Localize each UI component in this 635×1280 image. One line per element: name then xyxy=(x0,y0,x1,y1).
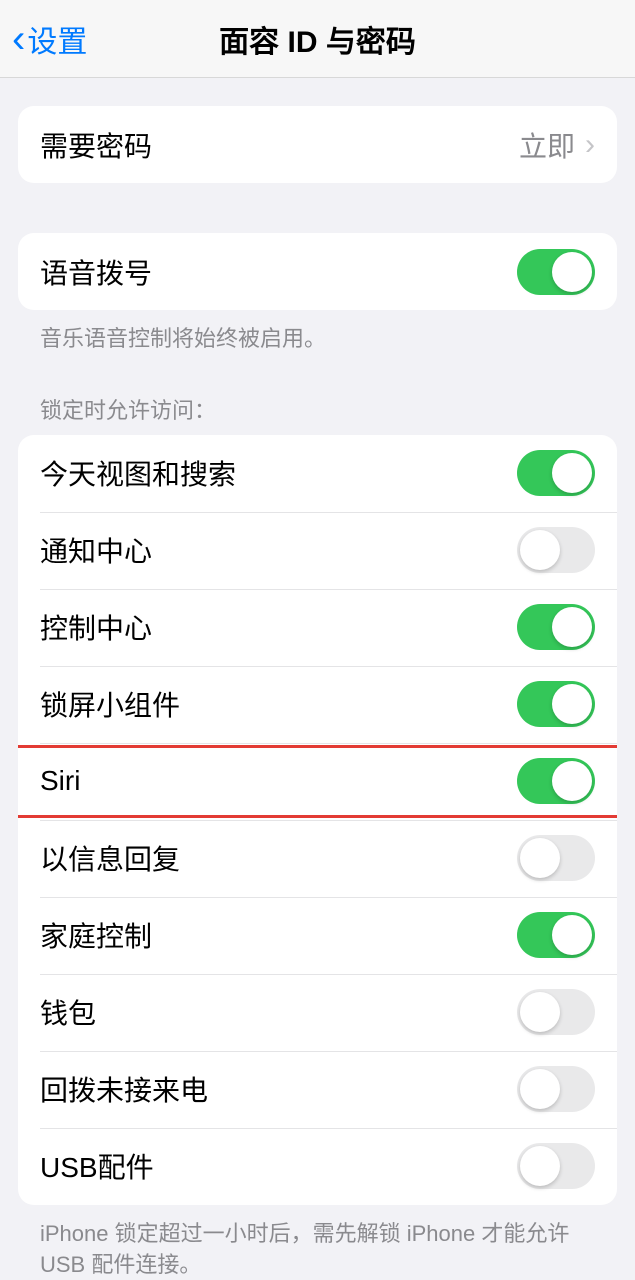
back-label: 设置 xyxy=(27,17,87,61)
lock-access-label: 以信息回复 xyxy=(40,838,180,878)
voice-dial-footer: 音乐语音控制将始终被启用。 xyxy=(18,310,617,355)
toggle-knob xyxy=(552,453,592,493)
voice-dial-group: 语音拨号 xyxy=(18,233,617,310)
lock-access-row: 通知中心 xyxy=(18,512,617,589)
lock-access-label: 控制中心 xyxy=(40,607,152,647)
lock-access-toggle[interactable] xyxy=(517,1066,595,1112)
lock-access-toggle[interactable] xyxy=(517,450,595,496)
require-passcode-value: 立即 xyxy=(519,125,575,165)
lock-access-label: 今天视图和搜索 xyxy=(40,453,236,493)
lock-access-row: Siri xyxy=(18,743,617,820)
lock-access-header: 锁定时允许访问： xyxy=(18,355,617,435)
lock-access-label: 钱包 xyxy=(40,992,96,1032)
toggle-knob xyxy=(520,530,560,570)
passcode-group: 需要密码 立即 › xyxy=(18,106,617,183)
require-passcode-label: 需要密码 xyxy=(40,125,152,165)
lock-access-group: 今天视图和搜索通知中心控制中心锁屏小组件 Siri 以信息回复家庭控制钱包回拨未接来… xyxy=(18,435,617,1205)
navigation-bar: ‹ 设置 面容 ID 与密码 xyxy=(0,0,635,78)
page-title: 面容 ID 与密码 xyxy=(219,17,416,61)
lock-access-toggle[interactable] xyxy=(517,604,595,650)
voice-dial-toggle[interactable] xyxy=(517,249,595,295)
lock-access-toggle[interactable] xyxy=(517,835,595,881)
lock-access-label: USB配件 xyxy=(40,1146,154,1186)
lock-access-row: USB配件 xyxy=(18,1128,617,1205)
lock-access-toggle[interactable] xyxy=(517,912,595,958)
toggle-knob xyxy=(552,607,592,647)
chevron-right-icon: › xyxy=(585,128,595,162)
lock-access-label: 家庭控制 xyxy=(40,915,152,955)
lock-access-toggle[interactable] xyxy=(517,758,595,804)
lock-access-label: Siri xyxy=(40,765,80,797)
lock-access-toggle[interactable] xyxy=(517,527,595,573)
lock-access-row: 钱包 xyxy=(18,974,617,1051)
toggle-knob xyxy=(520,992,560,1032)
toggle-knob xyxy=(552,761,592,801)
require-passcode-row[interactable]: 需要密码 立即 › xyxy=(18,106,617,183)
lock-access-row: 控制中心 xyxy=(18,589,617,666)
voice-dial-label: 语音拨号 xyxy=(40,252,152,292)
lock-access-label: 回拨未接来电 xyxy=(40,1069,208,1109)
lock-access-row: 回拨未接来电 xyxy=(18,1051,617,1128)
lock-access-toggle[interactable] xyxy=(517,1143,595,1189)
voice-dial-row: 语音拨号 xyxy=(18,233,617,310)
lock-access-footer: iPhone 锁定超过一小时后，需先解锁 iPhone 才能允许 USB 配件连… xyxy=(18,1205,617,1280)
toggle-knob xyxy=(552,252,592,292)
lock-access-row: 今天视图和搜索 xyxy=(18,435,617,512)
toggle-knob xyxy=(552,684,592,724)
lock-access-label: 锁屏小组件 xyxy=(40,684,180,724)
toggle-knob xyxy=(552,915,592,955)
lock-access-toggle[interactable] xyxy=(517,989,595,1035)
lock-access-row: 锁屏小组件 xyxy=(18,666,617,743)
toggle-knob xyxy=(520,1069,560,1109)
lock-access-row: 以信息回复 xyxy=(18,820,617,897)
lock-access-label: 通知中心 xyxy=(40,530,152,570)
lock-access-toggle[interactable] xyxy=(517,681,595,727)
lock-access-row: 家庭控制 xyxy=(18,897,617,974)
toggle-knob xyxy=(520,838,560,878)
back-button[interactable]: ‹ 设置 xyxy=(0,17,87,61)
chevron-left-icon: ‹ xyxy=(12,19,25,59)
toggle-knob xyxy=(520,1146,560,1186)
